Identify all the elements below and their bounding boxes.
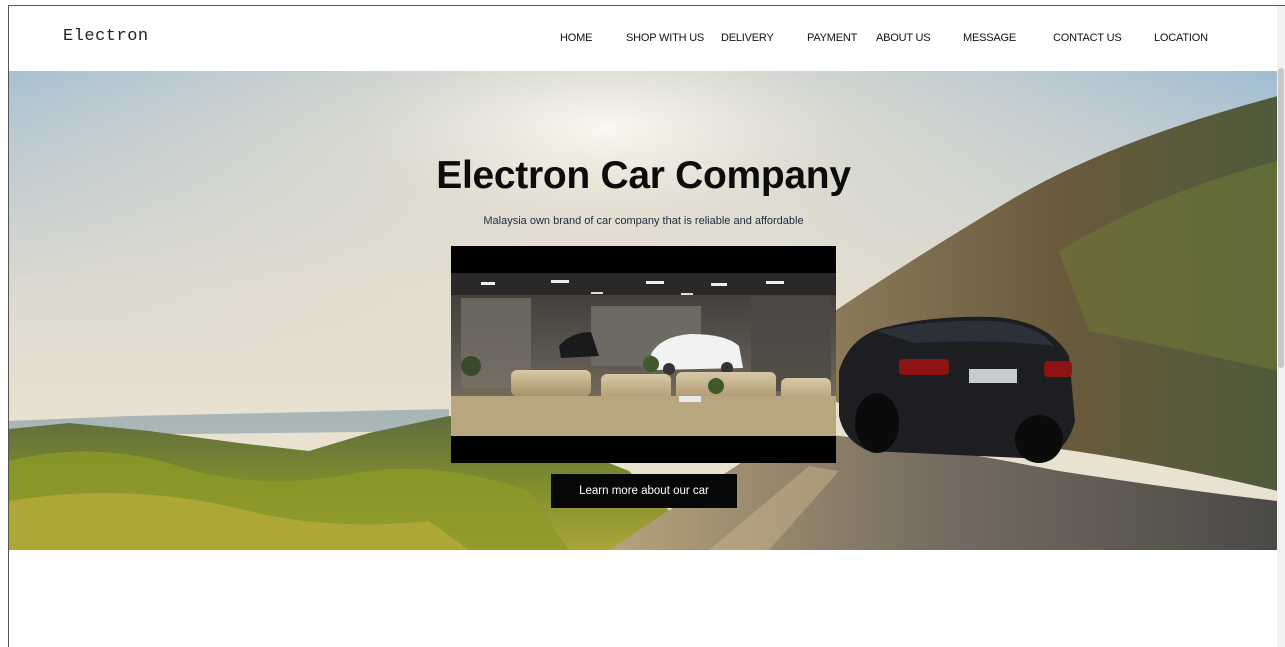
learn-more-button[interactable]: Learn more about our car bbox=[551, 474, 737, 508]
nav-about-us[interactable]: ABOUT US bbox=[876, 32, 931, 44]
nav-shop-with-us[interactable]: SHOP WITH US bbox=[626, 32, 704, 44]
hero-section: Electron Car Company Malaysia own brand … bbox=[9, 71, 1278, 550]
vertical-scrollbar[interactable] bbox=[1277, 6, 1285, 647]
nav-payment[interactable]: PAYMENT bbox=[807, 32, 857, 44]
nav-contact-us[interactable]: CONTACT US bbox=[1053, 32, 1122, 44]
browser-viewport: Electron HOME SHOP WITH US DELIVERY PAYM… bbox=[8, 5, 1285, 647]
nav-delivery[interactable]: DELIVERY bbox=[721, 32, 774, 44]
hero-title: Electron Car Company bbox=[436, 154, 851, 197]
top-navbar: Electron HOME SHOP WITH US DELIVERY PAYM… bbox=[9, 6, 1278, 71]
nav-message[interactable]: MESSAGE bbox=[963, 32, 1016, 44]
brand-logo[interactable]: Electron bbox=[63, 27, 149, 46]
scrollbar-thumb[interactable] bbox=[1278, 68, 1284, 368]
car-image bbox=[839, 316, 1075, 463]
hero-subtitle: Malaysia own brand of car company that i… bbox=[483, 215, 804, 227]
nav-location[interactable]: LOCATION bbox=[1154, 32, 1208, 44]
showroom-video[interactable] bbox=[451, 246, 836, 463]
nav-home[interactable]: HOME bbox=[560, 32, 592, 44]
showroom-video-frame bbox=[451, 246, 836, 463]
